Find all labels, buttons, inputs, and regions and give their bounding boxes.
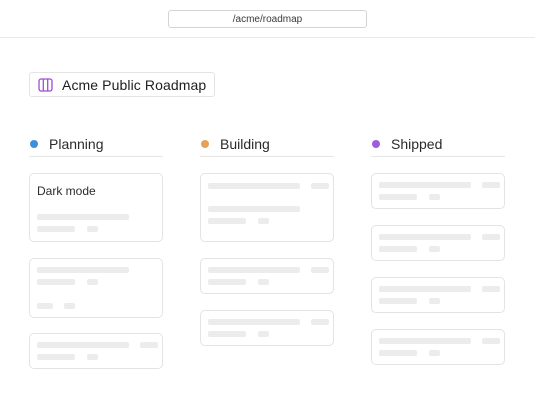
placeholder-line — [37, 342, 129, 348]
placeholder-line — [379, 234, 471, 240]
card-placeholder[interactable] — [200, 310, 334, 346]
placeholder-line — [379, 338, 471, 344]
card-placeholder[interactable] — [371, 225, 505, 261]
placeholder-line — [208, 279, 246, 285]
placeholder-line — [258, 331, 269, 337]
placeholder-line — [429, 298, 440, 304]
board-title-chip: Acme Public Roadmap — [29, 72, 216, 97]
shipped-status-dot — [372, 140, 380, 148]
card-placeholder[interactable] — [371, 329, 505, 365]
placeholder-line — [37, 226, 75, 232]
placeholder-line — [87, 279, 98, 285]
placeholder-line — [379, 298, 417, 304]
card-placeholder[interactable] — [200, 258, 334, 294]
placeholder-line — [37, 214, 129, 220]
placeholder-line — [311, 319, 329, 325]
placeholder-line — [37, 354, 75, 360]
card-placeholder[interactable] — [29, 333, 163, 369]
placeholder-line — [208, 319, 300, 325]
browser-top-bar: /acme/roadmap — [0, 0, 535, 38]
placeholder-line — [482, 286, 500, 292]
column-header-planning: Planning — [29, 134, 163, 157]
column-label-planning: Planning — [49, 136, 104, 152]
card-dark-mode[interactable]: Dark mode — [29, 173, 163, 242]
placeholder-line — [258, 218, 269, 224]
placeholder-line — [379, 194, 417, 200]
board-title: Acme Public Roadmap — [62, 76, 207, 93]
url-bar[interactable]: /acme/roadmap — [168, 10, 367, 28]
placeholder-line — [379, 286, 471, 292]
placeholder-line — [379, 350, 417, 356]
placeholder-line — [379, 182, 471, 188]
placeholder-line — [482, 234, 500, 240]
placeholder-line — [64, 303, 75, 309]
column-planning: Planning Dark mode — [29, 134, 163, 369]
placeholder-line — [379, 246, 417, 252]
placeholder-line — [87, 354, 98, 360]
placeholder-line — [311, 267, 329, 273]
placeholder-line — [482, 338, 500, 344]
placeholder-line — [208, 206, 300, 212]
placeholder-line — [208, 183, 300, 189]
column-shipped: Shipped — [371, 134, 505, 365]
placeholder-line — [37, 303, 53, 309]
placeholder-line — [208, 218, 246, 224]
placeholder-line — [208, 331, 246, 337]
column-label-shipped: Shipped — [391, 136, 443, 152]
map-icon — [37, 77, 53, 93]
url-text: /acme/roadmap — [232, 13, 303, 25]
placeholder-line — [429, 194, 440, 200]
placeholder-line — [208, 267, 300, 273]
placeholder-line — [37, 267, 129, 273]
column-header-shipped: Shipped — [371, 134, 505, 157]
column-header-building: Building — [200, 134, 334, 157]
placeholder-line — [429, 350, 440, 356]
placeholder-line — [87, 226, 98, 232]
placeholder-line — [429, 246, 440, 252]
card-placeholder[interactable] — [29, 258, 163, 318]
planning-status-dot — [30, 140, 38, 148]
card-placeholder[interactable] — [371, 277, 505, 313]
building-status-dot — [201, 140, 209, 148]
column-label-building: Building — [220, 136, 270, 152]
placeholder-line — [37, 279, 75, 285]
card-title: Dark mode — [37, 184, 96, 198]
placeholder-line — [482, 182, 500, 188]
card-placeholder[interactable] — [371, 173, 505, 209]
placeholder-line — [258, 279, 269, 285]
card-placeholder[interactable] — [200, 173, 334, 242]
placeholder-line — [311, 183, 329, 189]
column-building: Building — [200, 134, 334, 346]
placeholder-line — [140, 342, 158, 348]
